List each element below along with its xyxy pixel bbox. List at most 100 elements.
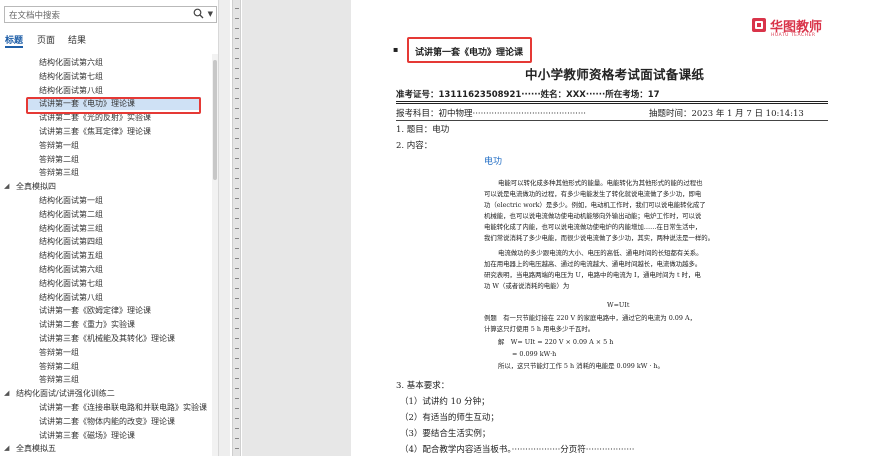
ruler-tick [235, 438, 239, 439]
tree-item[interactable]: 结构化面试第五组 [39, 249, 103, 262]
heading-bullet-icon: ▪ [393, 45, 399, 54]
tree-item[interactable]: 结构化面试第六组 [39, 56, 103, 69]
tree-item-label: 试讲第三套《磁场》理论课 [39, 430, 135, 440]
ruler-tick [235, 318, 239, 319]
ruler-tick [235, 368, 239, 369]
content-line[interactable]: 功（electric work）是多少。例如，电动机工作时，我们可以说电能转化成… [484, 200, 706, 211]
tree-item-label: 结构化面试第一组 [39, 196, 103, 205]
requirement-item[interactable]: （1）试讲约 10 分钟； [400, 395, 490, 407]
tree-item[interactable]: 结构化面试第六组 [39, 263, 103, 276]
search-box[interactable]: 在文档中搜索 ▼ [4, 6, 217, 23]
chevron-down-icon[interactable]: ▼ [208, 10, 213, 18]
requirement-item[interactable]: （2）有适当的师生互动； [400, 411, 499, 423]
expand-icon[interactable]: ◢ [4, 387, 9, 400]
tree-item[interactable]: 试讲第一套《欧姆定律》理论课 [39, 304, 151, 317]
content-line[interactable]: 我们常说消耗了多少电能，而很少说电流做了多少功，其实，两种说法是一样的。 [484, 233, 714, 244]
content-line[interactable]: 可以说是电流做功的过程，有多少电能发生了转化就说电流做了多少功，即电 [484, 189, 701, 200]
tree-item[interactable]: 结构化面试第八组 [39, 291, 103, 304]
formula[interactable]: W=UIt [607, 300, 629, 311]
ruler-tick [235, 408, 239, 409]
content-line[interactable]: 机械能，也可以说电流做功使电动机能够向外输出动能；电炉工作时，可以说 [484, 211, 701, 222]
highlight-box [26, 97, 201, 114]
tab-results[interactable]: 结果 [68, 33, 86, 46]
tree-item[interactable]: 试讲第一套《连接串联电路和并联电路》实验课 [39, 401, 207, 414]
search-icon[interactable] [193, 8, 204, 22]
ruler-tick [235, 308, 239, 309]
ruler-tick [235, 238, 239, 239]
tree-item-label: 结构化面试第六组 [39, 265, 103, 274]
tree-group[interactable]: ◢ 全真模拟四 [4, 180, 56, 193]
ruler-tick [235, 428, 239, 429]
tree-item-label: 结构化面试第八组 [39, 292, 103, 302]
ruler-tick [235, 258, 239, 259]
tree-item-label: 试讲第三套《机械能及其转化》理论课 [39, 334, 175, 343]
tree-item-label: 试讲第二套《物体内能的改变》理论课 [39, 416, 175, 426]
expand-icon[interactable]: ◢ [4, 442, 9, 455]
tree-item[interactable]: 答辩第一组 [39, 346, 79, 359]
tree-item[interactable]: 试讲第二套《物体内能的改变》理论课 [39, 415, 175, 428]
requirement-item[interactable]: （3）要结合生活实例； [400, 427, 490, 439]
tree-item[interactable]: 试讲第三套《机械能及其转化》理论课 [39, 332, 175, 345]
tree-group[interactable]: ◢ 全真模拟五 [4, 442, 56, 455]
topic-heading[interactable]: 电功 [484, 154, 502, 167]
tree-item-label: 结构化面试第六组 [39, 58, 103, 67]
document-title[interactable]: 中小学教师资格考试面试备课纸 [525, 64, 704, 83]
requirements-heading[interactable]: 3. 基本要求： [396, 379, 449, 391]
content-line[interactable]: = 0.099 kW·h [512, 349, 556, 360]
ruler-tick [235, 278, 239, 279]
content-line[interactable]: 计算这只灯使用 5 h 用电多少千瓦时。 [484, 324, 594, 335]
tab-headings[interactable]: 标题 [5, 33, 24, 48]
content-line[interactable]: 解 W= UIt = 220 V × 0.09 A × 5 h [498, 337, 613, 348]
highlight-box [407, 37, 532, 63]
tree-item[interactable]: 结构化面试第四组 [39, 235, 103, 248]
ruler-tick [235, 118, 239, 119]
ruler-tick [235, 448, 239, 449]
nav-scrollbar-thumb[interactable] [213, 60, 217, 180]
tree-item[interactable]: 结构化面试第一组 [39, 194, 103, 207]
search-input[interactable]: 在文档中搜索 [9, 9, 60, 21]
content-line[interactable]: 电流做功的多少跟电流的大小、电压的高低、通电时间的长短都有关系。 [498, 248, 703, 259]
requirement-item[interactable]: （4）配合教学内容适当板书。··················分页符·····… [400, 443, 634, 455]
tree-item[interactable]: 答辩第三组 [39, 373, 79, 386]
content-line[interactable]: 所以，这只节能灯工作 5 h 消耗的电能是 0.099 kW · h。 [498, 361, 664, 372]
tab-pages[interactable]: 页面 [37, 33, 55, 46]
ruler-tick [235, 338, 239, 339]
tree-item[interactable]: 答辩第三组 [39, 166, 79, 179]
tree-group[interactable]: ◢ 结构化面试/试讲强化训练二 [4, 387, 115, 400]
tree-item[interactable]: 结构化面试第二组 [39, 208, 103, 221]
tree-item[interactable]: 结构化面试第七组 [39, 277, 103, 290]
tree-item-label: 结构化面试第七组 [39, 278, 103, 288]
pane-splitter[interactable] [219, 0, 230, 456]
tree-item[interactable]: 结构化面试第八组 [39, 84, 103, 97]
ruler-tick [235, 378, 239, 379]
ruler-tick [235, 48, 239, 49]
content-line[interactable]: 研究表明，当电路两端的电压为 U，电路中的电流为 I，通电时间为 t 时，电 [484, 270, 701, 281]
content-line[interactable]: 加在用电器上的电压越高、通过的电流越大、通电时间越长，电流做功越多。 [484, 259, 701, 270]
expand-icon[interactable]: ◢ [4, 180, 9, 193]
content-line[interactable]: 电能可以转化成多种其他形式的能量。电能转化为其他形式的能的过程也 [498, 178, 703, 189]
subject-info[interactable]: 报考科目：初中物理·······························… [396, 107, 586, 119]
logo-icon [752, 18, 766, 32]
content-line[interactable]: 功 W（或者说消耗的电能）为 [484, 281, 569, 292]
tree-item[interactable]: 答辩第二组 [39, 153, 79, 166]
tree-item[interactable]: 结构化面试第三组 [39, 222, 103, 235]
ruler-tick [235, 188, 239, 189]
tree-item[interactable]: 试讲第三套《焦耳定律》理论课 [39, 125, 151, 138]
tree-item[interactable]: 答辩第二组 [39, 360, 79, 373]
tree-item[interactable]: 答辩第一组 [39, 139, 79, 152]
content-line[interactable]: 电能转化成了内能，也可以说电流做功使电炉的内能增加……在日常生活中， [484, 222, 701, 233]
candidate-info[interactable]: 准考证号：13111623508921······姓名：XXX······所在考… [396, 88, 660, 100]
ruler-tick [235, 418, 239, 419]
item-content[interactable]: 2. 内容： [396, 139, 432, 151]
tree-item[interactable]: 试讲第三套《磁场》理论课 [39, 429, 135, 442]
content-line[interactable]: 例题 有一只节能灯接在 220 V 的家庭电路中，通过它的电流为 0.09 A， [484, 313, 696, 324]
item-topic[interactable]: 1. 题目：电功 [396, 123, 449, 135]
divider [396, 103, 828, 104]
tree-item[interactable]: 结构化面试第七组 [39, 70, 103, 83]
ruler-tick [235, 68, 239, 69]
tree-item[interactable]: 试讲第二套《重力》实验课 [39, 318, 135, 331]
ruler-tick [235, 18, 239, 19]
tree-item-label: 试讲第二套《重力》实验课 [39, 320, 135, 330]
draw-time[interactable]: 抽题时间：2023 年 1 月 7 日 10:14:13 [649, 107, 804, 119]
ruler-tick [235, 218, 239, 219]
